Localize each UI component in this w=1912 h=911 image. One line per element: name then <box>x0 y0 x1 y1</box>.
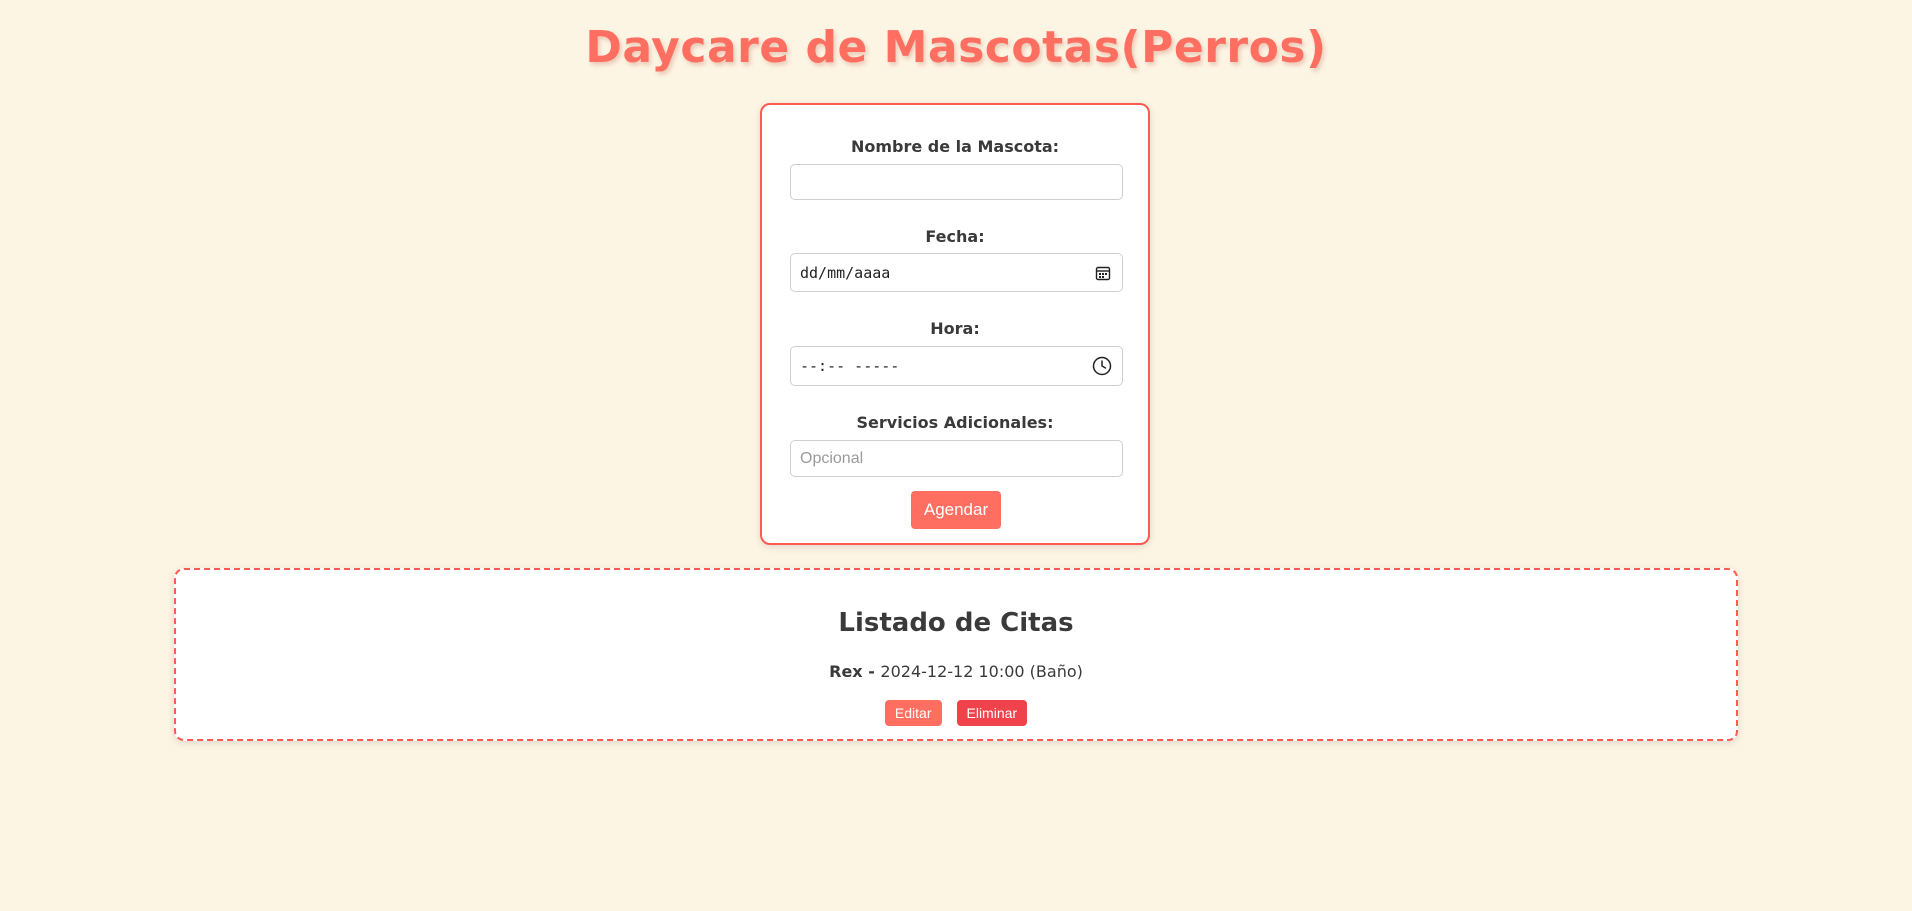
time-value: --:-- ----- <box>800 357 900 375</box>
appointment-pet-name: Rex <box>829 662 863 681</box>
appointment-separator: - <box>862 662 881 681</box>
pet-name-label: Nombre de la Mascota: <box>850 137 1060 156</box>
pet-name-input[interactable] <box>790 164 1123 200</box>
date-input[interactable]: dd/mm/aaaa <box>790 253 1123 292</box>
appointments-title: Listado de Citas <box>838 608 1074 638</box>
date-label: Fecha: <box>925 227 985 246</box>
services-label: Servicios Adicionales: <box>856 413 1054 432</box>
time-label: Hora: <box>930 319 980 338</box>
services-input[interactable]: Opcional <box>790 440 1123 477</box>
calendar-icon[interactable] <box>1094 264 1112 282</box>
appointment-actions: Editar Eliminar <box>176 700 1736 726</box>
appointments-list: Listado de Citas Rex - 2024-12-12 10:00 … <box>174 568 1738 741</box>
services-placeholder: Opcional <box>800 449 864 467</box>
edit-button[interactable]: Editar <box>884 700 942 726</box>
delete-button[interactable]: Eliminar <box>956 700 1028 726</box>
page-title: Daycare de Mascotas(Perros) <box>585 22 1327 73</box>
list-item: Rex - 2024-12-12 10:00 (Baño) <box>176 662 1736 681</box>
clock-icon[interactable] <box>1092 356 1112 376</box>
schedule-button[interactable]: Agendar <box>911 491 1001 529</box>
appointment-details: 2024-12-12 10:00 (Baño) <box>880 662 1083 681</box>
date-value: dd/mm/aaaa <box>800 263 891 282</box>
appointment-form: Nombre de la Mascota: Fecha: dd/mm/aaaa … <box>760 103 1150 545</box>
time-input[interactable]: --:-- ----- <box>790 346 1123 386</box>
